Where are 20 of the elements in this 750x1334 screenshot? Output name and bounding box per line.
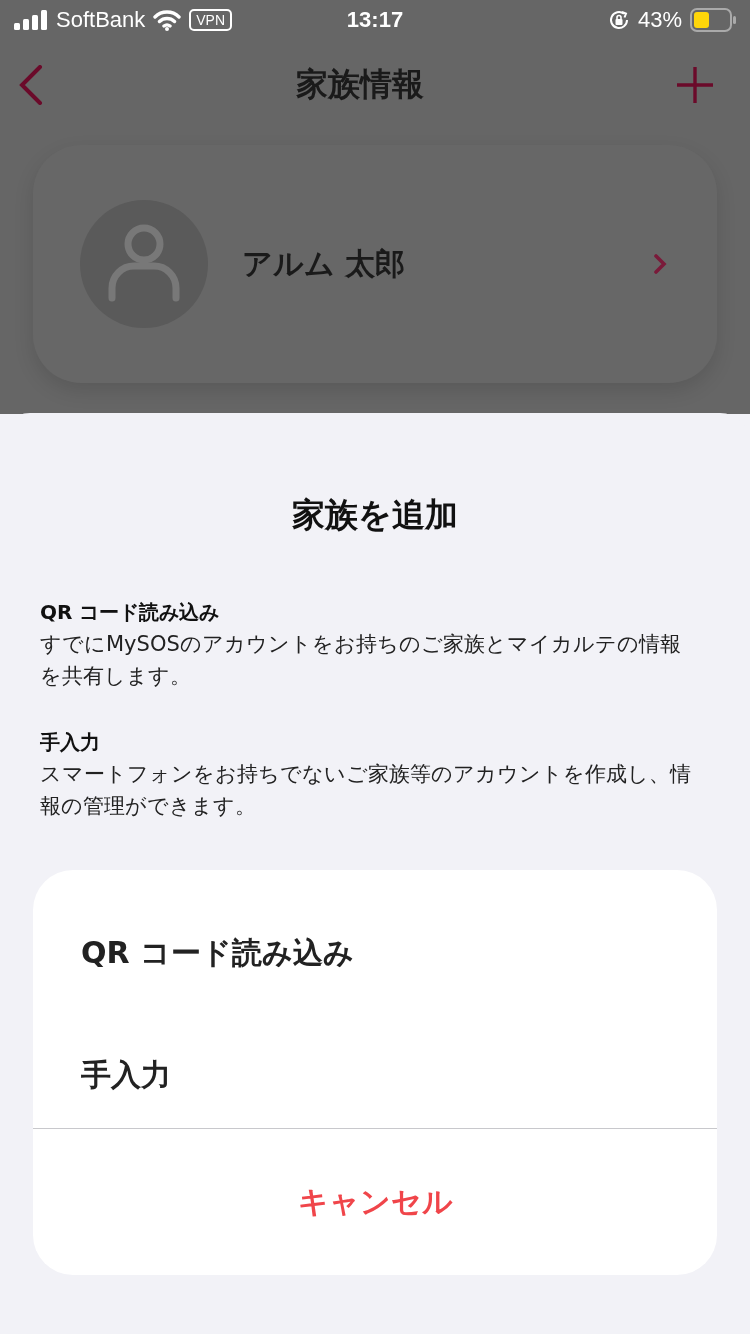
avatar-icon xyxy=(80,200,208,328)
battery-icon xyxy=(690,8,736,32)
rotation-lock-icon xyxy=(607,9,630,31)
section-description: スマートフォンをお持ちでないご家族等のアカウントを作成し、情報の管理ができます。 xyxy=(40,761,692,820)
section-heading: 手入力 xyxy=(40,729,101,756)
carrier-name: SoftBank xyxy=(56,7,146,33)
sheet-title: 家族を追加 xyxy=(291,494,459,536)
signal-icon xyxy=(14,10,48,30)
vpn-badge: VPN xyxy=(189,9,233,31)
member-name: アルム 太郎 xyxy=(242,244,407,283)
clock-time: 13:17 xyxy=(346,7,404,33)
wifi-icon xyxy=(153,9,182,31)
option-button[interactable]: QR コード読み込み xyxy=(33,892,717,1014)
battery-percent: 43% xyxy=(637,7,682,33)
page-title: 家族情報 xyxy=(296,64,424,105)
section-description: すでにMySOSのアカウントをお持ちのご家族とマイカルテの情報を共有します。 xyxy=(40,631,682,690)
back-icon[interactable] xyxy=(18,65,44,105)
add-icon[interactable] xyxy=(676,66,714,104)
chevron-icon xyxy=(653,253,667,275)
section-heading: QR コード読み込み xyxy=(40,599,221,626)
